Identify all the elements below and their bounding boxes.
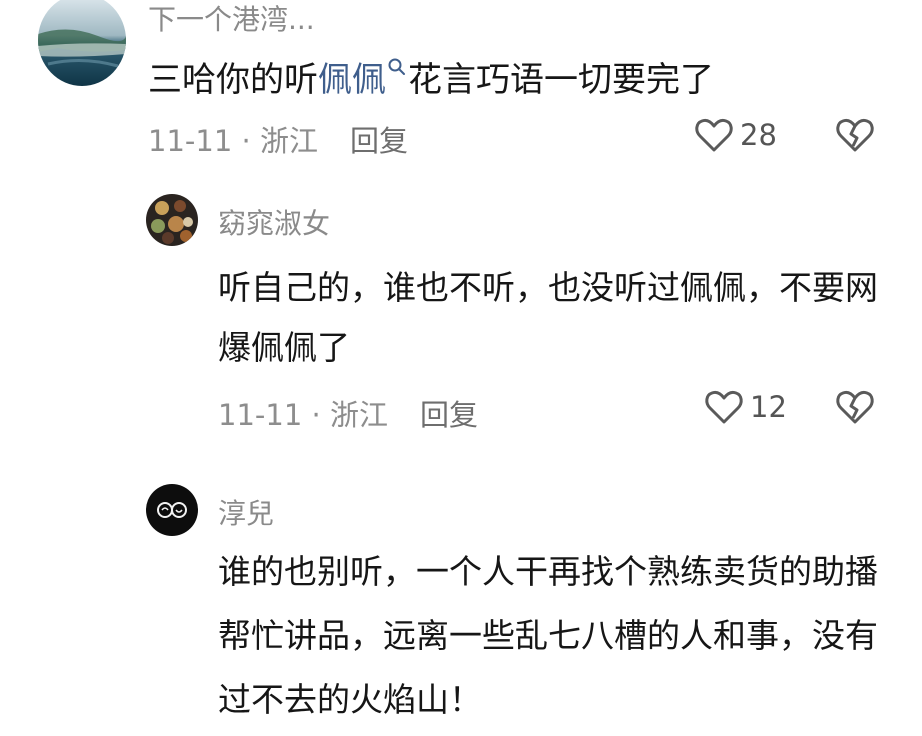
comment-username[interactable]: 下一个港湾...	[148, 0, 315, 38]
like-count: 28	[740, 118, 777, 152]
comment-location: 浙江	[329, 398, 388, 432]
search-icon[interactable]	[386, 56, 408, 78]
comment-username[interactable]: 淳兒	[218, 492, 274, 532]
like-button[interactable]: 28	[694, 116, 777, 154]
comment-date: 11-11	[148, 124, 233, 158]
avatar[interactable]	[38, 0, 126, 86]
heart-icon	[695, 118, 733, 152]
comment-text: 听自己的，谁也不听，也没听过佩佩，不要网爆佩佩了	[218, 268, 878, 367]
like-count: 12	[750, 390, 787, 424]
comment-meta: 11-11 · 浙江	[148, 118, 318, 160]
search-keyword-link[interactable]: 佩佩	[318, 60, 386, 100]
dislike-button[interactable]	[835, 388, 875, 430]
dislike-button[interactable]	[835, 116, 875, 158]
comment-text-part: 花言巧语一切要完了	[408, 60, 714, 100]
comment-meta: 11-11 · 浙江	[218, 392, 388, 434]
broken-heart-icon	[836, 118, 874, 152]
comment-text-part: 三哈你的听	[148, 60, 318, 100]
avatar[interactable]	[146, 194, 198, 246]
comment-text: 谁的也别听，一个人干再找个熟练卖货的助播帮忙讲品，远离一些乱七八槽的人和事，没有…	[218, 552, 878, 719]
comment-text: 三哈你的听佩佩 花言巧语一切要完了	[148, 52, 714, 101]
heart-icon	[705, 390, 743, 424]
meta-separator: ·	[311, 398, 321, 432]
reply-button[interactable]: 回复	[350, 118, 408, 160]
comment-date: 11-11	[218, 398, 303, 432]
avatar[interactable]	[146, 484, 198, 536]
comment-username[interactable]: 窈窕淑女	[218, 202, 330, 242]
comment-location: 浙江	[259, 124, 318, 158]
like-button[interactable]: 12	[704, 388, 787, 426]
meta-separator: ·	[241, 124, 251, 158]
reply-button[interactable]: 回复	[420, 392, 478, 434]
broken-heart-icon	[836, 390, 874, 424]
